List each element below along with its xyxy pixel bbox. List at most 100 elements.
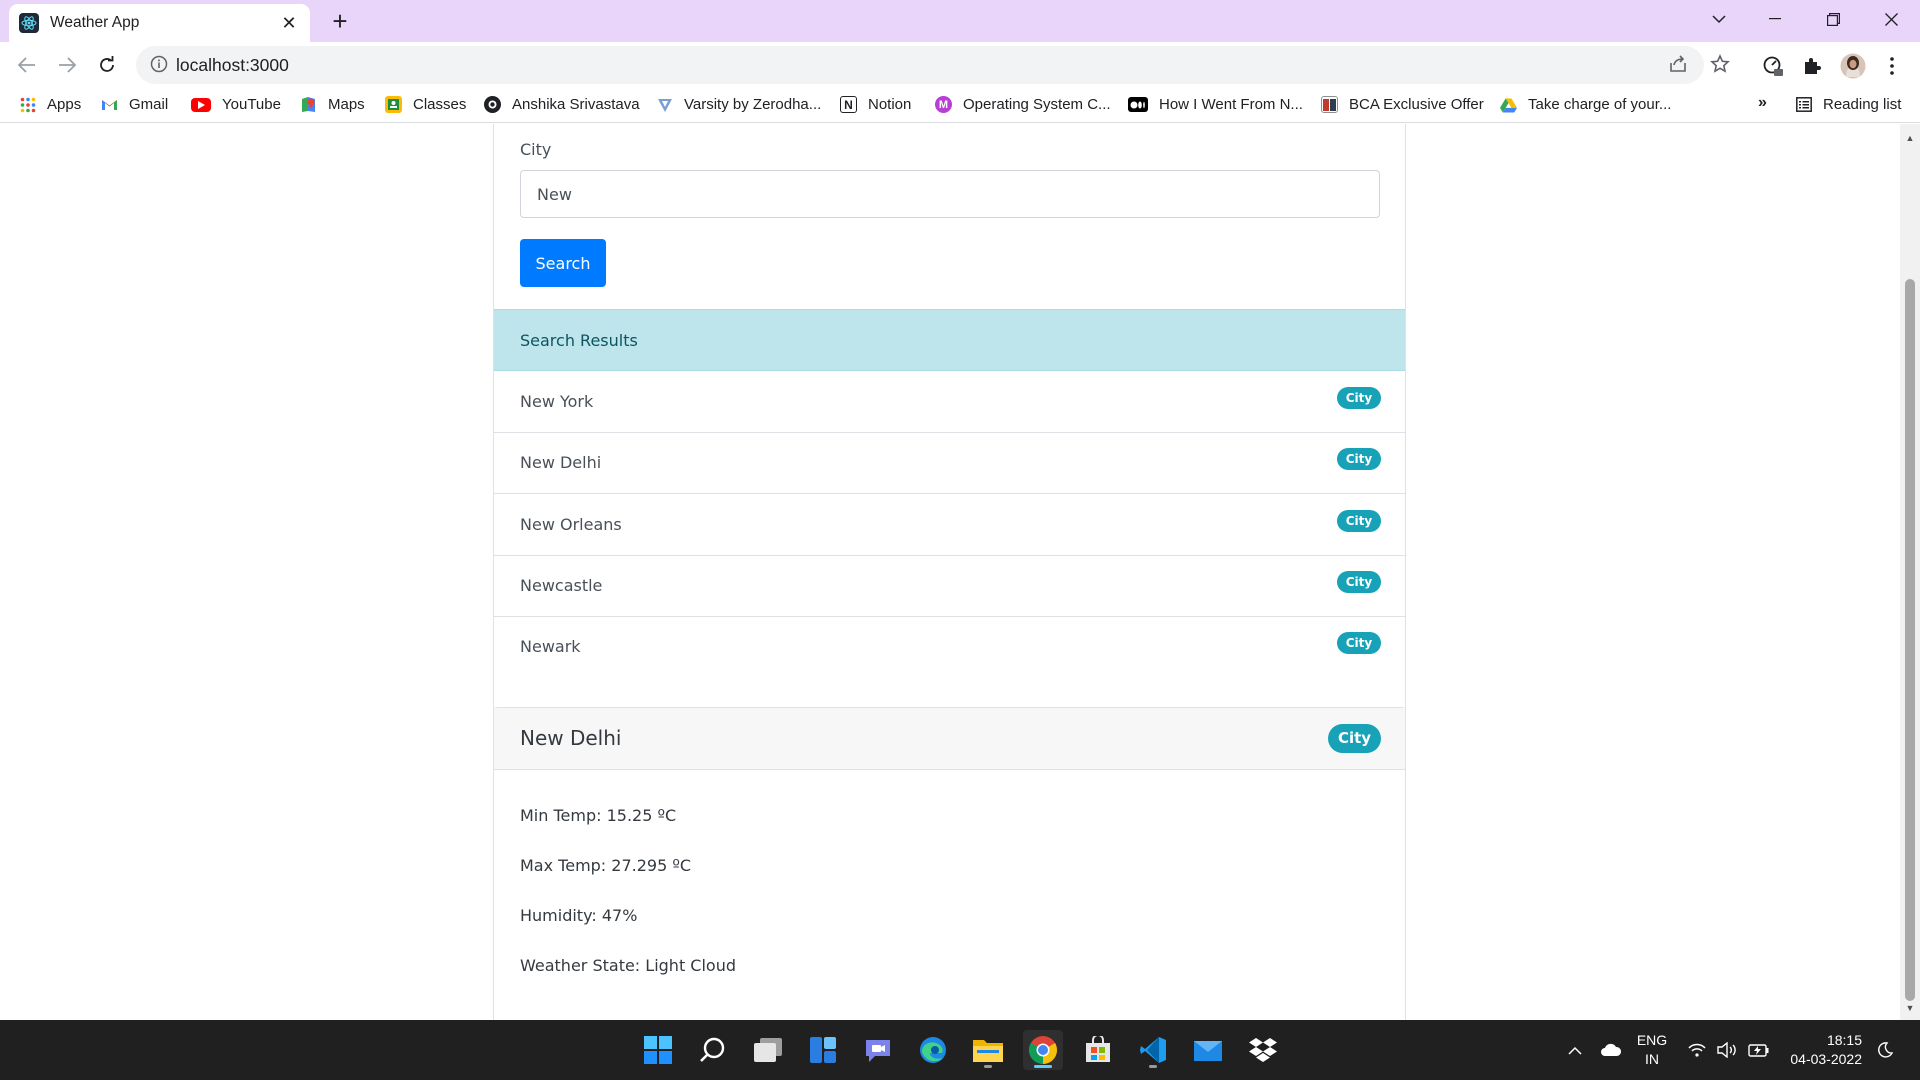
windows-taskbar: ENG IN 18:15 04-03-2022 bbox=[0, 1020, 1920, 1080]
show-hidden-icons-chevron-icon[interactable] bbox=[1560, 1030, 1590, 1070]
bookmark-varsity[interactable]: Varsity by Zerodha... bbox=[656, 96, 821, 113]
city-badge: City bbox=[1337, 571, 1381, 593]
performance-icon[interactable] bbox=[1758, 51, 1788, 81]
address-bar[interactable]: localhost:3000 bbox=[136, 46, 1730, 84]
result-item-new-york[interactable]: New York City bbox=[494, 372, 1405, 433]
city-label: City bbox=[520, 140, 552, 159]
github-icon bbox=[484, 96, 501, 113]
notion-icon: N bbox=[840, 96, 857, 113]
dropbox-icon[interactable] bbox=[1243, 1030, 1283, 1070]
result-name: New York bbox=[520, 392, 594, 411]
focus-assist-moon-icon[interactable] bbox=[1870, 1030, 1900, 1070]
city-badge: City bbox=[1328, 724, 1381, 753]
bookmark-classes[interactable]: Classes bbox=[385, 96, 466, 113]
bookmark-youtube[interactable]: YouTube bbox=[191, 96, 281, 113]
drive-icon bbox=[1500, 96, 1517, 113]
bookmark-label: Anshika Srivastava bbox=[512, 96, 640, 113]
task-view-icon[interactable] bbox=[748, 1030, 788, 1070]
close-tab-icon[interactable]: ✕ bbox=[278, 13, 300, 34]
site-info-icon[interactable] bbox=[150, 55, 168, 78]
result-item-newark[interactable]: Newark City bbox=[494, 617, 1405, 678]
widgets-icon[interactable] bbox=[803, 1030, 843, 1070]
youtube-icon bbox=[191, 97, 211, 112]
forward-icon[interactable] bbox=[52, 50, 82, 80]
bookmark-star-icon[interactable] bbox=[1710, 54, 1730, 79]
onedrive-cloud-icon[interactable] bbox=[1594, 1030, 1628, 1070]
reading-list-label: Reading list bbox=[1823, 96, 1902, 113]
chat-icon[interactable] bbox=[858, 1030, 898, 1070]
bookmark-anshika-srivastava[interactable]: Anshika Srivastava bbox=[484, 96, 640, 113]
bookmark-bca-offer[interactable]: BCA Exclusive Offer bbox=[1321, 96, 1484, 113]
file-explorer-icon[interactable] bbox=[968, 1030, 1008, 1070]
search-button[interactable]: Search bbox=[520, 239, 606, 287]
volume-icon[interactable] bbox=[1713, 1030, 1743, 1070]
restore-icon[interactable] bbox=[1811, 0, 1855, 38]
scroll-down-arrow-icon[interactable]: ▼ bbox=[1905, 1003, 1915, 1013]
bookmark-how-i-went[interactable]: How I Went From N... bbox=[1128, 96, 1303, 113]
new-tab-button[interactable]: + bbox=[325, 6, 355, 37]
weather-detail-card: New Delhi City Min Temp: 15.25 ºC Max Te… bbox=[493, 707, 1406, 1020]
bookmark-label: Varsity by Zerodha... bbox=[684, 96, 822, 113]
city-badge: City bbox=[1337, 510, 1381, 532]
chrome-icon[interactable] bbox=[1023, 1030, 1063, 1070]
bookmark-operating-system[interactable]: M Operating System C... bbox=[935, 96, 1111, 113]
battery-charging-icon[interactable] bbox=[1744, 1030, 1774, 1070]
bookmark-notion[interactable]: N Notion bbox=[840, 96, 911, 113]
reload-icon[interactable] bbox=[92, 50, 122, 80]
bookmark-label: Take charge of your... bbox=[1528, 96, 1672, 113]
scrollbar-thumb[interactable] bbox=[1905, 279, 1915, 1001]
wifi-icon[interactable] bbox=[1682, 1030, 1712, 1070]
bookmark-maps[interactable]: Maps bbox=[300, 96, 365, 113]
humidity: Humidity: 47% bbox=[520, 906, 638, 925]
minimize-icon[interactable] bbox=[1753, 0, 1797, 38]
scroll-up-arrow-icon[interactable]: ▲ bbox=[1905, 133, 1915, 143]
varsity-icon bbox=[656, 96, 673, 113]
tab-search-chevron-icon[interactable] bbox=[1697, 0, 1741, 38]
page-scrollbar[interactable]: ▲ ▼ bbox=[1900, 124, 1920, 1020]
apps-grid-icon bbox=[19, 96, 36, 113]
edge-icon[interactable] bbox=[913, 1030, 953, 1070]
weather-state: Weather State: Light Cloud bbox=[520, 956, 736, 975]
bookmark-label: Operating System C... bbox=[963, 96, 1111, 113]
bookmark-label: Classes bbox=[413, 96, 467, 113]
result-item-newcastle[interactable]: Newcastle City bbox=[494, 556, 1405, 617]
bookmark-label: BCA Exclusive Offer bbox=[1349, 96, 1484, 113]
more-bookmarks-button[interactable]: » bbox=[1758, 94, 1767, 112]
result-item-new-delhi[interactable]: New Delhi City bbox=[494, 433, 1405, 494]
url-text: localhost:3000 bbox=[176, 55, 289, 75]
profile-avatar-icon[interactable] bbox=[1838, 51, 1868, 81]
back-icon[interactable] bbox=[12, 50, 42, 80]
chrome-menu-icon[interactable] bbox=[1877, 51, 1907, 81]
running-indicator bbox=[1149, 1065, 1157, 1068]
clock[interactable]: 18:15 04-03-2022 bbox=[1782, 1031, 1862, 1069]
result-name: Newcastle bbox=[520, 576, 603, 595]
close-window-icon[interactable] bbox=[1869, 0, 1913, 38]
vscode-icon[interactable] bbox=[1133, 1030, 1173, 1070]
result-item-new-orleans[interactable]: New Orleans City bbox=[494, 495, 1405, 556]
mail-icon[interactable] bbox=[1188, 1030, 1228, 1070]
bookmark-label: Notion bbox=[868, 96, 912, 113]
start-icon[interactable] bbox=[638, 1030, 678, 1070]
browser-titlebar: Weather App ✕ + bbox=[0, 0, 1920, 42]
language-code: ENG bbox=[1636, 1032, 1668, 1048]
bookmark-take-charge[interactable]: Take charge of your... bbox=[1500, 96, 1671, 113]
city-badge: City bbox=[1337, 387, 1381, 409]
active-indicator bbox=[1034, 1065, 1052, 1068]
city-input[interactable] bbox=[520, 170, 1380, 218]
bookmark-label: How I Went From N... bbox=[1159, 96, 1303, 113]
bookmark-apps[interactable]: Apps bbox=[19, 96, 81, 113]
page-viewport: City Search Search Results New York City… bbox=[0, 124, 1900, 1020]
tab-weather-app[interactable]: Weather App ✕ bbox=[9, 4, 310, 42]
reading-list-button[interactable]: Reading list bbox=[1795, 96, 1901, 113]
store-icon[interactable] bbox=[1078, 1030, 1118, 1070]
share-icon[interactable] bbox=[1668, 54, 1688, 79]
search-icon[interactable] bbox=[693, 1030, 733, 1070]
extensions-puzzle-icon[interactable] bbox=[1797, 51, 1827, 81]
clock-date: 04-03-2022 bbox=[1790, 1051, 1862, 1067]
gmail-icon bbox=[101, 96, 118, 113]
running-indicator bbox=[984, 1065, 992, 1068]
region-code: IN bbox=[1645, 1051, 1659, 1067]
bookmark-gmail[interactable]: Gmail bbox=[101, 96, 168, 113]
search-results-heading: Search Results bbox=[520, 331, 638, 350]
language-indicator[interactable]: ENG IN bbox=[1630, 1031, 1674, 1069]
